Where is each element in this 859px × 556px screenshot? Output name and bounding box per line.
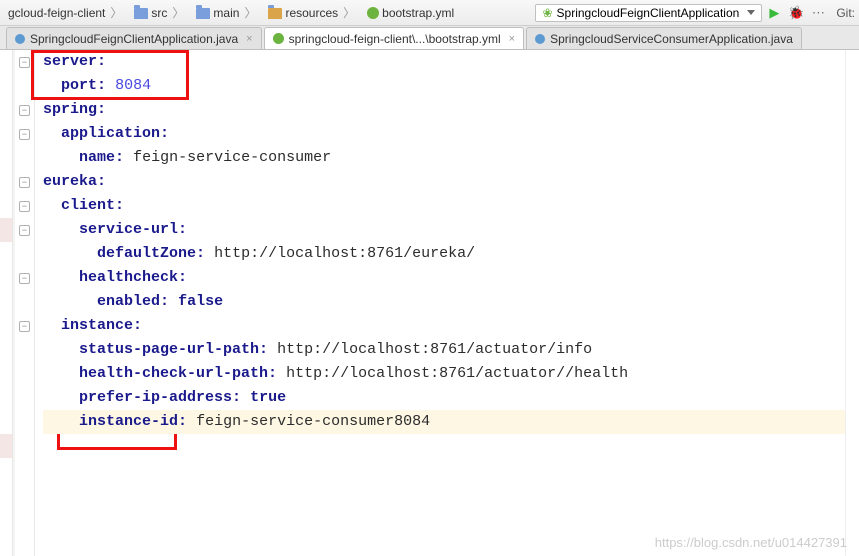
spring-icon bbox=[273, 33, 284, 44]
key-enabled: enabled bbox=[97, 293, 160, 310]
java-icon bbox=[15, 34, 25, 44]
line: defaultZone: http://localhost:8761/eurek… bbox=[43, 242, 845, 266]
key-server: server bbox=[43, 53, 97, 70]
key-health: health-check-url-path bbox=[79, 365, 268, 382]
line: application: bbox=[43, 122, 845, 146]
line: server: bbox=[43, 50, 845, 74]
val-status: http://localhost:8761/actuator/info bbox=[277, 341, 592, 358]
run-button[interactable]: ▶ bbox=[764, 3, 784, 23]
line: service-url: bbox=[43, 218, 845, 242]
line: enabled: false bbox=[43, 290, 845, 314]
key-client: client bbox=[61, 197, 115, 214]
key-defaultZone: defaultZone bbox=[97, 245, 196, 262]
val-instance-id: feign-service-consumer8084 bbox=[196, 413, 430, 430]
spring-icon bbox=[367, 7, 379, 19]
line: health-check-url-path: http://localhost:… bbox=[43, 362, 845, 386]
val-port: 8084 bbox=[115, 77, 151, 94]
spring-icon: ❀ bbox=[542, 6, 552, 20]
folder-icon bbox=[196, 8, 210, 19]
fold-icon[interactable]: − bbox=[19, 201, 30, 212]
breadcrumb-project[interactable]: gcloud-feign-client〉 bbox=[4, 3, 128, 23]
breadcrumb-bar: gcloud-feign-client〉 src〉 main〉 resource… bbox=[0, 0, 859, 26]
fold-icon[interactable]: − bbox=[19, 177, 30, 188]
line: status-page-url-path: http://localhost:8… bbox=[43, 338, 845, 362]
fold-icon[interactable]: − bbox=[19, 321, 30, 332]
key-port: port bbox=[61, 77, 97, 94]
chevron-right-icon: 〉 bbox=[242, 4, 258, 21]
breadcrumb-file[interactable]: bootstrap.yml bbox=[363, 3, 458, 23]
fold-icon[interactable]: − bbox=[19, 225, 30, 236]
line-highlighted: instance-id: feign-service-consumer8084 bbox=[43, 410, 845, 434]
key-spring: spring bbox=[43, 101, 97, 118]
line: prefer-ip-address: true bbox=[43, 386, 845, 410]
crumb-label: gcloud-feign-client bbox=[8, 6, 105, 20]
code-area[interactable]: server: port: 8084 spring: application: … bbox=[35, 50, 845, 556]
key-name: name bbox=[79, 149, 115, 166]
breadcrumb-main[interactable]: main〉 bbox=[192, 3, 262, 23]
chevron-right-icon: 〉 bbox=[170, 4, 186, 21]
fold-icon[interactable]: − bbox=[19, 129, 30, 140]
watermark: https://blog.csdn.net/u014427391 bbox=[655, 535, 847, 550]
tab-label: springcloud-feign-client\...\bootstrap.y… bbox=[289, 32, 501, 46]
line: eureka: bbox=[43, 170, 845, 194]
key-application: application bbox=[61, 125, 160, 142]
crumb-label: bootstrap.yml bbox=[382, 6, 454, 20]
close-icon[interactable]: × bbox=[509, 33, 515, 45]
line: port: 8084 bbox=[43, 74, 845, 98]
chevron-right-icon: 〉 bbox=[341, 4, 357, 21]
val-enabled: false bbox=[178, 293, 223, 310]
right-rail bbox=[845, 50, 859, 556]
editor-tabs: SpringcloudFeignClientApplication.java ×… bbox=[0, 26, 859, 50]
tab-java-feign[interactable]: SpringcloudFeignClientApplication.java × bbox=[6, 27, 262, 49]
more-run-button[interactable]: ⋯ bbox=[808, 3, 828, 23]
run-config-label: SpringcloudFeignClientApplication bbox=[557, 6, 740, 20]
fold-icon[interactable]: − bbox=[19, 273, 30, 284]
line: instance: bbox=[43, 314, 845, 338]
tab-label: SpringcloudServiceConsumerApplication.ja… bbox=[550, 32, 793, 46]
line: spring: bbox=[43, 98, 845, 122]
tab-java-consumer[interactable]: SpringcloudServiceConsumerApplication.ja… bbox=[526, 27, 802, 49]
key-instance: instance bbox=[61, 317, 133, 334]
editor: − − − − − − − − server: port: 8084 sprin… bbox=[0, 50, 859, 556]
chevron-down-icon bbox=[747, 10, 755, 15]
tab-label: SpringcloudFeignClientApplication.java bbox=[30, 32, 238, 46]
fold-icon[interactable]: − bbox=[19, 57, 30, 68]
breadcrumb-resources[interactable]: resources〉 bbox=[264, 3, 361, 23]
chevron-right-icon: 〉 bbox=[108, 4, 124, 21]
folder-icon bbox=[134, 8, 148, 19]
val-health: http://localhost:8761/actuator//health bbox=[286, 365, 628, 382]
fold-icon[interactable]: − bbox=[19, 105, 30, 116]
key-instance-id: instance-id bbox=[79, 413, 178, 430]
val-defaultZone: http://localhost:8761/eureka/ bbox=[214, 245, 475, 262]
crumb-label: src bbox=[151, 6, 167, 20]
debug-button[interactable]: 🐞 bbox=[786, 3, 806, 23]
key-status: status-page-url-path bbox=[79, 341, 259, 358]
gutter: − − − − − − − − bbox=[15, 50, 35, 556]
val-prefer: true bbox=[250, 389, 286, 406]
breadcrumb-src[interactable]: src〉 bbox=[130, 3, 190, 23]
table-gutter bbox=[0, 50, 13, 556]
run-config-select[interactable]: ❀ SpringcloudFeignClientApplication bbox=[535, 4, 762, 22]
line: healthcheck: bbox=[43, 266, 845, 290]
tab-bootstrap-yml[interactable]: springcloud-feign-client\...\bootstrap.y… bbox=[264, 27, 525, 49]
key-eureka: eureka bbox=[43, 173, 97, 190]
line: name: feign-service-consumer bbox=[43, 146, 845, 170]
git-label: Git: bbox=[830, 6, 855, 20]
crumb-label: resources bbox=[285, 6, 338, 20]
line: client: bbox=[43, 194, 845, 218]
key-healthcheck: healthcheck bbox=[79, 269, 178, 286]
java-icon bbox=[535, 34, 545, 44]
crumb-label: main bbox=[213, 6, 239, 20]
key-service-url: service-url bbox=[79, 221, 178, 238]
val-name: feign-service-consumer bbox=[133, 149, 331, 166]
close-icon[interactable]: × bbox=[246, 33, 252, 45]
folder-icon bbox=[268, 8, 282, 19]
key-prefer: prefer-ip-address bbox=[79, 389, 232, 406]
